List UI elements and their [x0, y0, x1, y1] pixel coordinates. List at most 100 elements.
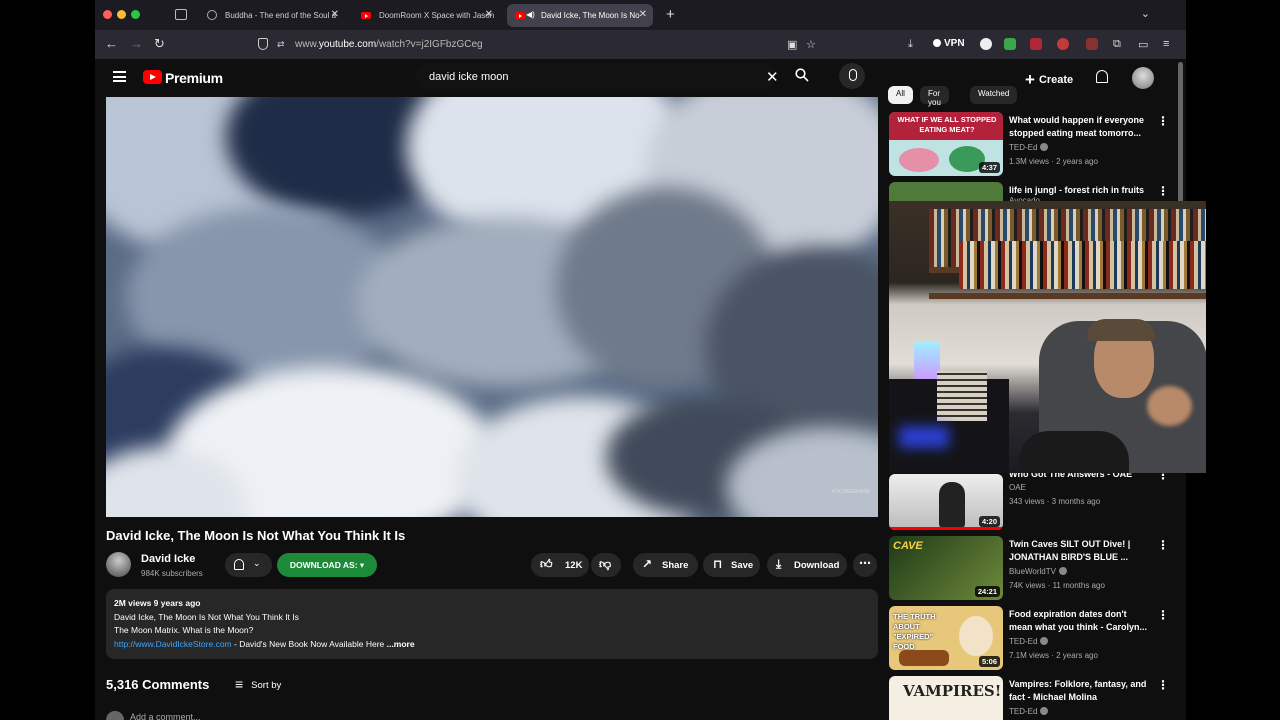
url-text[interactable]: www.youtube.com/watch?v=j2IGFbzGCeg [295, 39, 483, 50]
more-options-icon[interactable]: ⋮ [1157, 608, 1169, 622]
description-line: - David's New Book Now Available Here [231, 638, 385, 649]
chip-watched[interactable]: Watched [970, 86, 1018, 104]
menu-icon[interactable]: ≡ [1163, 38, 1169, 50]
dislike-button[interactable]: 👎︎ [591, 553, 621, 577]
thumbs-down-icon: 👎︎ [599, 557, 612, 571]
tab-favicon-icon [207, 10, 217, 20]
share-button[interactable]: ↗ Share [633, 553, 698, 577]
extensions-puzzle-icon[interactable]: ⧉ [1113, 38, 1121, 51]
share-arrow-icon: ↗ [642, 557, 653, 571]
recommendation-stats: 343 views · 3 months ago [1009, 497, 1101, 506]
shield-icon[interactable] [258, 38, 268, 50]
download-label: Download [794, 560, 840, 571]
close-tab-icon[interactable]: ✕ [331, 9, 339, 20]
more-options-icon[interactable]: ⋮ [1157, 678, 1169, 692]
account-avatar[interactable] [1132, 67, 1154, 89]
speaker-icon[interactable]: ◀) [526, 10, 535, 19]
more-actions-button[interactable]: ⋯ [853, 553, 877, 577]
like-button[interactable]: 👍︎ 12K [531, 553, 589, 577]
close-tab-icon[interactable]: ✕ [485, 9, 493, 20]
minimize-window-button[interactable] [117, 10, 126, 19]
recommendation-title[interactable]: Food expiration dates don't mean what yo… [1009, 608, 1151, 634]
close-tab-icon[interactable]: ✕ [639, 9, 647, 20]
video-thumbnail[interactable]: WHAT IF WE ALL STOPPED EATING MEAT? 4:37 [889, 112, 1003, 176]
tab-bar: Buddha - The end of the Soul a ✕ DoomRoo… [95, 0, 1186, 30]
recommendation-item[interactable]: WHAT IF WE ALL STOPPED EATING MEAT? 4:37… [889, 112, 1169, 178]
more-options-icon[interactable]: ⋮ [1157, 184, 1169, 198]
search-input[interactable]: david icke moon [415, 63, 775, 91]
recommendation-channel[interactable]: TED-Ed [1009, 707, 1049, 716]
picture-in-picture-icon[interactable]: ▣ [787, 38, 797, 51]
voice-search-mic-icon[interactable] [839, 63, 865, 89]
notifications-bell-icon[interactable] [1096, 70, 1108, 83]
vpn-button[interactable]: VPN [933, 38, 965, 49]
search-value[interactable]: david icke moon [429, 71, 509, 83]
tab-doomroom[interactable]: DoomRoom X Space with Jason ✕ [353, 4, 499, 27]
search-icon[interactable] [795, 68, 809, 82]
reload-button[interactable]: ↻ [154, 36, 165, 52]
tab-list-chevron-icon[interactable]: ⌄ [1141, 7, 1150, 20]
duration-badge: 5:06 [978, 656, 1000, 667]
logo-text[interactable]: Premium [165, 70, 223, 86]
create-button[interactable]: Create [1025, 70, 1073, 90]
close-window-button[interactable] [103, 10, 112, 19]
extension-grid-icon[interactable] [1086, 38, 1098, 50]
guide-menu-icon[interactable] [113, 71, 126, 82]
thumbs-up-icon: 👍︎ [540, 557, 553, 571]
video-thumbnail[interactable]: 4:20 [889, 474, 1003, 530]
add-comment-input[interactable]: Add a comment... [130, 712, 201, 720]
maximize-window-button[interactable] [131, 10, 140, 19]
recommendation-item[interactable]: VAMPIRES! Vampires: Folklore, fantasy, a… [889, 676, 1169, 720]
chip-for-you[interactable]: For you [920, 86, 949, 107]
subscription-bell-button[interactable]: ⌄ [225, 553, 272, 577]
tab-david-icke[interactable]: ◀) David Icke, The Moon Is No ✕ [507, 4, 653, 27]
extension-badge-icon[interactable] [1030, 38, 1042, 50]
verified-check-icon [1040, 707, 1049, 715]
download-button[interactable]: ⤓ Download [767, 553, 847, 577]
show-more-link[interactable]: ...more [387, 639, 415, 649]
extension-green-icon[interactable] [1004, 38, 1016, 50]
tab-buddha[interactable]: Buddha - The end of the Soul a ✕ [199, 4, 345, 27]
thumbnail-text: THE TRUTH ABOUT "EXPIRED" FOOD [893, 612, 936, 651]
download-as-button[interactable]: DOWNLOAD AS: ▾ [277, 553, 377, 577]
channel-avatar[interactable] [106, 552, 131, 577]
recommendation-channel[interactable]: BlueWorldTV [1009, 567, 1067, 576]
store-link[interactable]: http://www.DavidIckeStore.com [114, 639, 232, 649]
recommendation-title[interactable]: What would happen if everyone stopped ea… [1009, 114, 1151, 140]
bookmark-star-icon[interactable]: ☆ [806, 38, 816, 51]
recommendation-channel[interactable]: OAE [1009, 483, 1026, 492]
recommendation-title[interactable]: Twin Caves SILT OUT Dive! | JONATHAN BIR… [1009, 538, 1151, 564]
new-tab-button[interactable]: + [666, 6, 675, 23]
back-button[interactable]: ← [105, 36, 118, 51]
channel-name[interactable]: David Icke [141, 553, 195, 565]
clear-search-icon[interactable]: ✕ [766, 68, 779, 86]
save-button[interactable]: ⊓ Save [703, 553, 760, 577]
downloads-icon[interactable]: ⤓ [908, 38, 913, 51]
chip-all[interactable]: All [888, 86, 913, 104]
save-label: Save [731, 560, 754, 571]
extension-asp-icon[interactable] [1057, 38, 1069, 50]
verified-check-icon [1058, 567, 1067, 575]
sort-by-button[interactable]: Sort by [235, 676, 281, 692]
extension-c-icon[interactable] [980, 38, 992, 50]
forward-button[interactable]: → [130, 36, 143, 51]
video-thumbnail[interactable]: CAVE 24:21 [889, 536, 1003, 600]
recommendation-item[interactable]: 4:20 Who Got The Answers - OAE OAE 343 v… [889, 466, 1169, 532]
recommendation-channel[interactable]: TED-Ed [1009, 143, 1049, 152]
recommendation-item[interactable]: THE TRUTH ABOUT "EXPIRED" FOOD 5:06 Food… [889, 606, 1169, 672]
bell-icon [234, 559, 244, 570]
youtube-logo-icon[interactable] [143, 70, 162, 84]
more-options-icon[interactable]: ⋮ [1157, 538, 1169, 552]
recommendation-item[interactable]: CAVE 24:21 Twin Caves SILT OUT Dive! | J… [889, 536, 1169, 602]
description-box[interactable]: 2M views 9 years ago David Icke, The Moo… [106, 589, 878, 659]
sidebar-panel-icon[interactable]: ▭ [1138, 38, 1148, 51]
sidebar-toggle-icon[interactable] [175, 9, 187, 20]
video-thumbnail[interactable]: VAMPIRES! [889, 676, 1003, 720]
recommendation-title[interactable]: Vampires: Folklore, fantasy, and fact - … [1009, 678, 1151, 704]
permissions-icon[interactable]: ⇄ [277, 39, 285, 50]
recommendation-stats: 7.1M views · 2 years ago [1009, 651, 1098, 660]
recommendation-channel[interactable]: TED-Ed [1009, 637, 1049, 646]
video-thumbnail[interactable]: THE TRUTH ABOUT "EXPIRED" FOOD 5:06 [889, 606, 1003, 670]
more-options-icon[interactable]: ⋮ [1157, 114, 1169, 128]
video-player[interactable]: FOOTAGEFARM [106, 97, 878, 517]
